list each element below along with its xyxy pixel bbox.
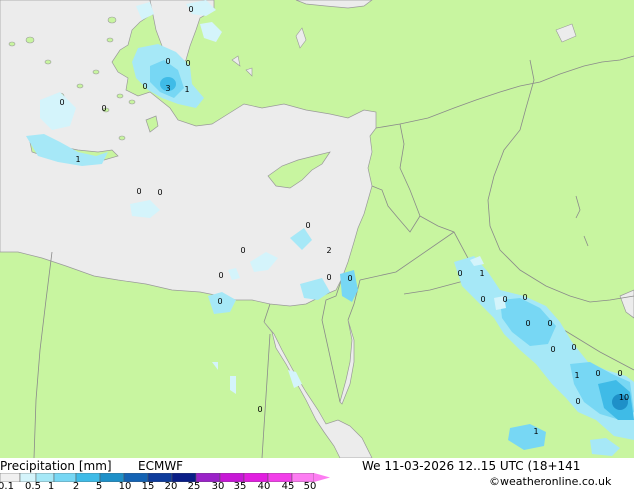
precip-value-label: 0	[136, 187, 141, 196]
precip-value-label: 0	[142, 82, 147, 91]
legend-tick-label: 2	[72, 481, 80, 492]
precip-value-label: 0	[240, 246, 245, 255]
precip-value-label: 1	[533, 427, 538, 436]
legend-tick-label: 1	[47, 481, 55, 492]
legend-tick-label: 25	[187, 481, 201, 492]
legend-tick-label: 0.1	[0, 481, 14, 492]
precip-value-label: 2	[326, 246, 331, 255]
precip-value-label: 0	[257, 405, 262, 414]
precip-value-label: 1	[75, 155, 80, 164]
precip-value-label: 0	[480, 295, 485, 304]
precip-value-label: 0	[550, 345, 555, 354]
precip-value-label: 0	[525, 319, 530, 328]
precip-value-label: 0	[575, 397, 580, 406]
precip-value-label: 0	[218, 271, 223, 280]
legend-tick-label: 30	[211, 481, 225, 492]
map-title: Precipitation [mm]	[0, 459, 112, 473]
valid-time: We 11-03-2026 12..15 UTC (18+141	[362, 459, 581, 473]
legend-tick-label: 40	[257, 481, 271, 492]
precip-value-label: 0	[502, 295, 507, 304]
precip-value-label: 0	[595, 369, 600, 378]
legend-overflow-arrow	[314, 473, 330, 482]
precip-value-label: 3	[165, 84, 170, 93]
precip-value-label: 0	[217, 297, 222, 306]
precip-value-label: 0	[547, 319, 552, 328]
precip-value-label: 0	[165, 57, 170, 66]
precip-value-label: 0	[101, 104, 106, 113]
precip-value-label: 0	[571, 343, 576, 352]
precip-value-label: 0	[157, 188, 162, 197]
map-view: 0 0 0 3 1 0 0 1 0 0 0 0 0 0 2 0 0 0 0 1 0 0 0 0 0 0 0 1 0 10 0 1 0 0 Prec…	[0, 0, 634, 492]
precip-value-label: 0	[326, 273, 331, 282]
precip-value-label: 0	[457, 269, 462, 278]
legend-tick-label: 0.5	[25, 481, 41, 492]
precip-value-label: 0	[188, 5, 193, 14]
legend-tick-label: 45	[281, 481, 295, 492]
model-name: ECMWF	[138, 459, 184, 473]
legend-tick-label: 35	[233, 481, 247, 492]
precip-value-label: 0	[522, 293, 527, 302]
precip-value-label: 0	[185, 59, 190, 68]
precip-value-label: 1	[574, 371, 579, 380]
precip-value-label: 1	[479, 269, 484, 278]
precip-value-label: 0	[617, 369, 622, 378]
precip-value-label: 10	[619, 393, 629, 402]
precip-value-label: 0	[347, 274, 352, 283]
precip-value-label: 0	[59, 98, 64, 107]
precip-value-label: 0	[305, 221, 310, 230]
precipitation-map: 00 03 100100 000020000 10 000 00 01 0100100	[0, 0, 634, 458]
precip-value-label: 1	[184, 85, 189, 94]
legend-tick-label: 50	[303, 481, 317, 492]
legend-tick-label: 5	[95, 481, 103, 492]
site-credit[interactable]: ©weatheronline.co.uk	[489, 475, 611, 488]
legend-tick-label: 10	[118, 481, 132, 492]
legend-tick-label: 15	[141, 481, 155, 492]
legend-tick-label: 20	[164, 481, 178, 492]
